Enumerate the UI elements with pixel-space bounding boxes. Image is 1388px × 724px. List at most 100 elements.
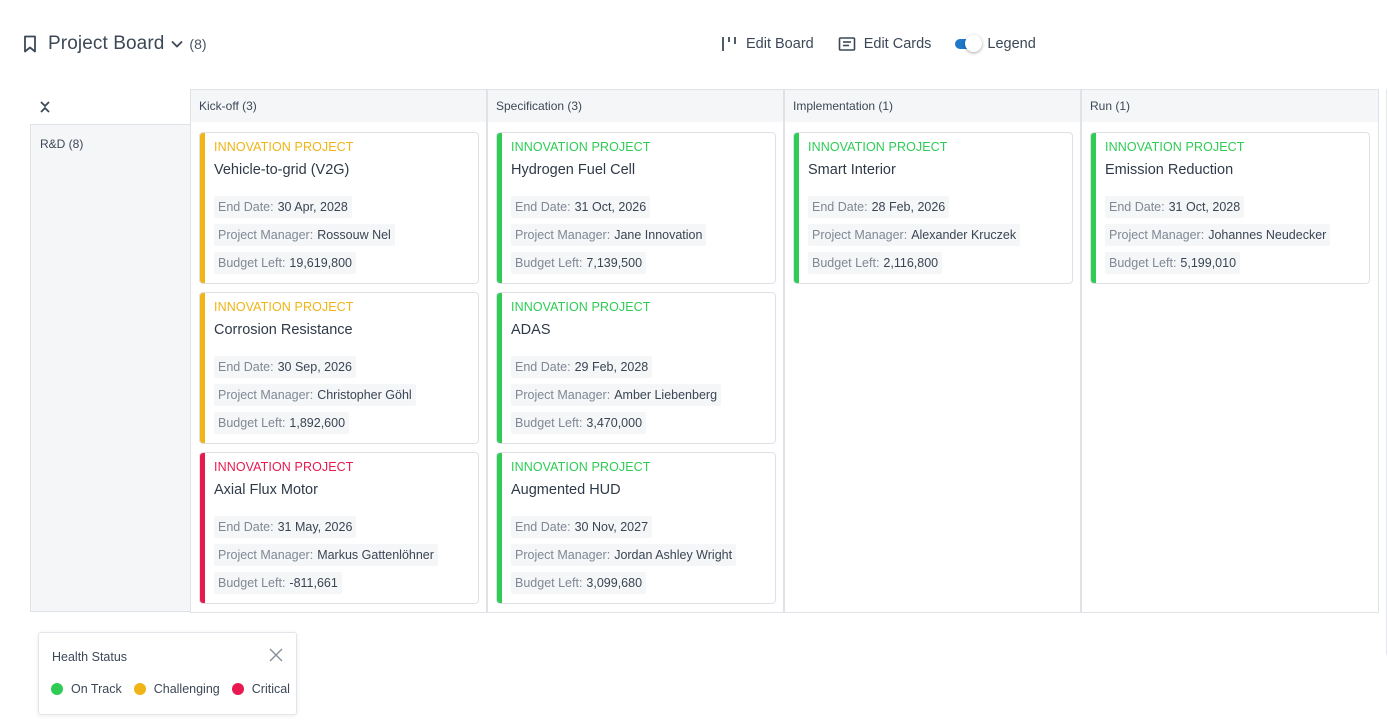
field-value: 28 Feb, 2026 [871,200,946,214]
budget-left-field: Budget Left: 19,619,800 [214,252,356,274]
field-label: End Date: [515,200,571,214]
end-date-field: End Date: 31 Oct, 2026 [511,196,651,218]
field-label: Project Manager: [218,228,314,242]
edit-board-button[interactable]: Edit Board [720,35,814,53]
project-card[interactable]: INNOVATION PROJECT Vehicle-to-grid (V2G) E… [199,132,479,284]
collapse-all-button[interactable] [30,89,190,124]
board-title-group[interactable]: Project Board (8) [22,31,207,57]
field-label: Budget Left: [812,256,880,270]
field-label: End Date: [515,360,571,374]
column-cell: INNOVATION PROJECT Emission Reduction End … [1081,122,1379,613]
card-title: Hydrogen Fuel Cell [511,162,636,178]
edit-board-label: Edit Board [746,36,814,52]
field-label: Project Manager: [812,228,908,242]
legend-toggle-knob [965,35,983,52]
end-date-field: End Date: 29 Feb, 2028 [511,356,653,378]
budget-left-field: Budget Left: 3,099,680 [511,572,647,594]
end-date-field: End Date: 31 May, 2026 [214,516,357,538]
field-label: Project Manager: [515,388,611,402]
status-bar [497,293,502,443]
field-label: End Date: [515,520,571,534]
field-value: Rossouw Nel [317,228,391,242]
card-type: INNOVATION PROJECT [511,460,651,474]
end-date-field: End Date: 30 Nov, 2027 [511,516,653,538]
status-bar [200,133,205,283]
project-card[interactable]: INNOVATION PROJECT ADAS End Date: 29 Feb, 2… [496,292,776,444]
field-value: 31 Oct, 2026 [574,200,647,214]
project-manager-field: Project Manager: Jordan Ashley Wright [511,544,737,566]
edit-cards-label: Edit Cards [863,36,932,52]
budget-left-field: Budget Left: 2,116,800 [808,252,943,274]
edit-cards-icon [838,37,856,51]
card-title: Smart Interior [808,162,896,178]
field-label: Budget Left: [218,256,286,270]
column-header[interactable]: Implementation (1) [784,89,1081,123]
card-type: INNOVATION PROJECT [214,140,354,154]
page-title: Project Board [48,33,165,54]
legend-toggle-label: Legend [987,36,1036,52]
project-manager-field: Project Manager: Rossouw Nel [214,224,395,246]
end-date-field: End Date: 30 Apr, 2028 [214,196,352,218]
field-value: 2,116,800 [883,256,939,270]
project-card[interactable]: INNOVATION PROJECT Emission Reduction End … [1090,132,1370,284]
column-header[interactable]: Specification (3) [487,89,784,123]
card-title: Augmented HUD [511,482,621,498]
field-value: Markus Gattenlöhner [317,548,434,562]
divider [1386,89,1387,655]
budget-left-field: Budget Left: -811,661 [214,572,342,594]
legend-item-label: Critical [251,682,290,696]
card-type: INNOVATION PROJECT [511,140,651,154]
status-bar [200,453,205,603]
edit-board-icon [722,37,736,51]
card-title: Axial Flux Motor [214,482,318,498]
field-value: 3,099,680 [586,576,643,590]
close-icon[interactable] [268,647,284,663]
status-bar [200,293,205,443]
field-value: 7,139,500 [586,256,643,270]
collapse-icon [40,100,50,113]
column-header[interactable]: Run (1) [1081,89,1379,123]
end-date-field: End Date: 30 Sep, 2026 [214,356,356,378]
project-manager-field: Project Manager: Christopher Göhl [214,384,416,406]
legend-title: Health Status [52,650,128,664]
field-value: Alexander Kruczek [911,228,1017,242]
edit-cards-button[interactable]: Edit Cards [838,35,932,53]
field-value: 30 Apr, 2028 [277,200,348,214]
field-value: 19,619,800 [289,256,352,270]
legend-items: On Track Challenging Critical [51,682,290,696]
field-value: 5,199,010 [1180,256,1237,270]
legend-item: On Track [51,682,122,696]
column-header[interactable]: Kick-off (3) [190,89,487,123]
board-header: Project Board (8) Edit Board Edit Cards [0,0,1388,88]
field-label: End Date: [1109,200,1165,214]
legend-toggle[interactable] [955,35,983,52]
field-value: Jordan Ashley Wright [614,548,733,562]
project-manager-field: Project Manager: Markus Gattenlöhner [214,544,438,566]
project-manager-field: Project Manager: Jane Innovation [511,224,707,246]
bookmark-icon [24,35,36,53]
field-label: End Date: [218,520,274,534]
project-card[interactable]: INNOVATION PROJECT Augmented HUD End Date:… [496,452,776,604]
board-count: (8) [189,36,207,52]
field-label: Project Manager: [218,388,314,402]
project-card[interactable]: INNOVATION PROJECT Axial Flux Motor End Da… [199,452,479,604]
swimlane-header[interactable]: R&D (8) [30,124,190,612]
project-card[interactable]: INNOVATION PROJECT Smart Interior End Date… [793,132,1073,284]
field-label: Budget Left: [515,416,583,430]
project-card[interactable]: INNOVATION PROJECT Corrosion Resistance En… [199,292,479,444]
chevron-down-icon[interactable] [170,37,184,51]
field-value: 31 May, 2026 [277,520,353,534]
budget-left-field: Budget Left: 5,199,010 [1105,252,1241,274]
project-card[interactable]: INNOVATION PROJECT Hydrogen Fuel Cell End … [496,132,776,284]
field-value: 29 Feb, 2028 [574,360,649,374]
field-value: 30 Sep, 2026 [277,360,352,374]
legend-item: Critical [231,682,290,696]
status-bar [497,133,502,283]
swimlane-label: R&D (8) [40,137,84,151]
field-label: Project Manager: [515,228,611,242]
card-title: Vehicle-to-grid (V2G) [214,162,350,178]
field-label: End Date: [218,200,274,214]
kanban-board: R&D (8) Kick-off (3) INNOVATION PROJECT Ve… [30,89,1379,613]
card-type: INNOVATION PROJECT [214,460,354,474]
legend-item-label: Challenging [153,682,220,696]
